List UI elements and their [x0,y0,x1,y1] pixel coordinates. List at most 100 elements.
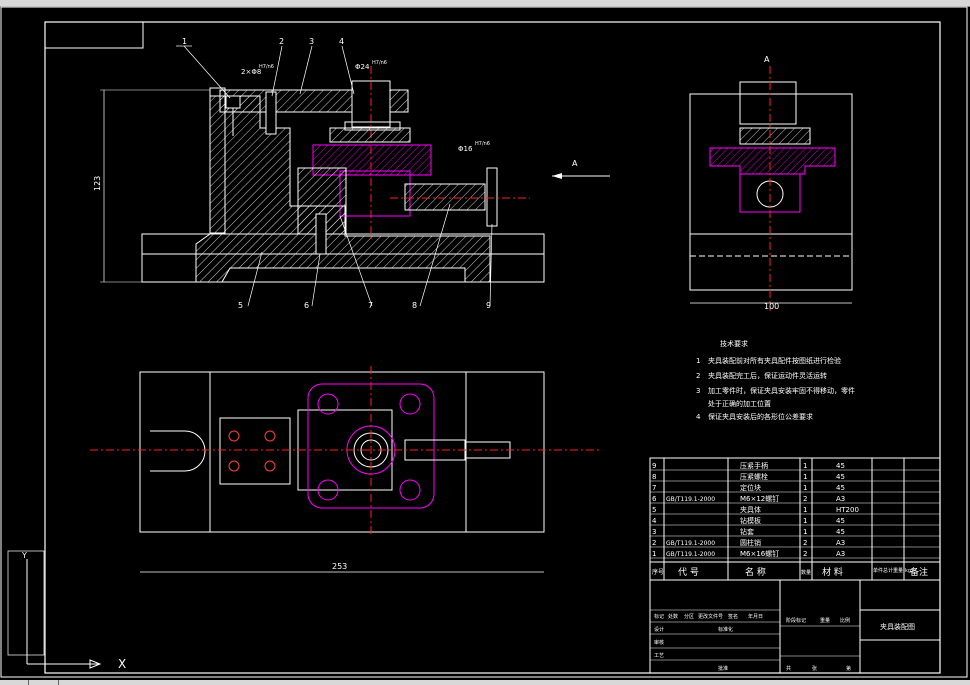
bom-cell-no: 2 [652,539,656,547]
bom-cell-no: 4 [652,517,657,525]
dim-plan-width: 253 [332,562,347,571]
bom-table: 9 压紧手柄 1 458 压紧螺栓 1 457 定位块 1 456 GB/T119.1-2000 M6… [649,457,941,581]
bom-header-code: 代 号 [678,567,699,578]
dim-bore-mid-tol: H7/n6 [372,60,387,66]
corner-box [44,21,144,49]
bom-cell-name: 圆柱销 [740,538,761,547]
bom-cell-qty: 2 [803,539,807,547]
tech-req-num-3: 3 [696,387,700,395]
balloon-2: 2 [279,37,284,46]
tb-label-zone: 分区 [684,613,694,620]
dim-side-width: 100 [764,302,779,311]
section-arrow-label: A [572,159,578,168]
title-block: 标记 处数 分区 更改文件号 签名 年月日 设计 标准化 审核 工艺 批准 阶段… [649,579,941,674]
bom-cell-mat: HT200 [836,506,859,514]
bom-cell-no: 7 [652,484,656,492]
tech-req-text-1: 夹具装配前对所有夹具配件按图纸进行检验 [708,356,841,365]
bom-cell-mat: 45 [836,484,845,492]
tb-label-count: 处数 [668,613,678,620]
balloon-3: 3 [309,37,314,46]
bom-cell-no: 6 [652,495,657,503]
tb-label-mark: 标记 [654,613,664,620]
bom-cell-no: 3 [652,528,656,536]
bom-cell-no: 8 [652,473,656,481]
tb-weight: 重量 [820,617,830,624]
tb-craft: 工艺 [654,653,664,659]
tb-sheet: 张 [812,665,817,672]
technical-requirements: 技术要求 1 夹具装配前对所有夹具配件按图纸进行检验 2 夹具装配完工后，保证运… [696,339,855,421]
tb-label-date: 年月日 [748,613,763,620]
model-tab[interactable] [0,680,29,685]
bom-cell-no: 5 [652,506,656,514]
tech-req-title: 技术要求 [720,339,748,348]
bom-cell-name: 钻套 [740,527,754,536]
bom-cell-mat: A3 [836,495,845,503]
ucs-y-label: Y [21,551,27,560]
ucs-icon: Y X [7,550,126,671]
balloon-9: 9 [486,301,491,310]
bom-header-no: 序号 [652,568,664,576]
tech-req-text-3: 加工零件时，保证夹具安装牢固不得移动，零件 [708,386,855,395]
tb-drawing-name: 夹具装配图 [880,622,915,631]
tb-sheet-total: 共 [786,665,791,672]
bom-header-qty: 数量 [801,569,811,576]
bom-rows: 9 压紧手柄 1 458 压紧螺栓 1 457 定位块 1 456 GB/T119.1-2000 M6… [652,461,859,558]
bom-cell-name: 压紧螺栓 [740,472,768,481]
bom-cell-name: 钻模板 [740,516,761,525]
cad-drawing-canvas[interactable]: 123 2×Φ8 H7/n6 Φ24 H7/n6 Φ16 H7/n6 A 1 2… [0,6,970,680]
balloon-5: 5 [238,301,243,310]
dim-bore-left-tol: H7/n6 [259,64,274,70]
bom-cell-mat: 45 [836,517,845,525]
layout-tab[interactable] [30,680,59,685]
tech-req-num-4: 4 [696,413,701,421]
bom-cell-qty: 1 [803,528,807,536]
bom-cell-no: 9 [652,462,656,470]
tb-stage: 阶段标记 [786,617,806,624]
bom-cell-mat: A3 [836,539,845,547]
tb-label-change: 更改文件号 [698,613,723,620]
bom-cell-qty: 1 [803,473,807,481]
bom-cell-mat: 45 [836,462,845,470]
tb-scale: 比例 [840,617,850,624]
bom-header-weight: 单件总计重量(kg) [873,567,913,574]
side-view-label: A [764,55,770,64]
tb-approve: 批准 [718,665,728,672]
dim-pin-tol: H7/n6 [475,141,490,147]
balloon-6: 6 [304,301,309,310]
bom-cell-mat: 45 [836,473,845,481]
bom-cell-qty: 2 [803,495,807,503]
balloon-8: 8 [412,301,417,310]
bom-cell-name: 夹具体 [740,505,761,514]
bom-cell-code: GB/T119.1-2000 [666,496,715,503]
bom-cell-qty: 1 [803,484,807,492]
bom-cell-qty: 2 [803,550,807,558]
tech-req-text-4: 保证夹具安装后的各形位公差要求 [708,412,813,421]
tb-label-sign: 签名 [728,613,738,620]
dim-bore-mid: Φ24 [355,63,370,71]
plan-view: 253 [90,366,600,573]
bom-cell-code: GB/T119.1-2000 [666,540,715,547]
balloon-1: 1 [182,37,187,46]
tech-req-num-2: 2 [696,372,700,380]
dim-height: 123 [93,176,102,191]
bom-cell-mat: 45 [836,528,845,536]
bom-cell-name: 压紧手柄 [740,461,768,470]
tech-req-text-3b: 处于正确的加工位置 [708,399,771,408]
bom-header-note: 备注 [910,566,928,578]
balloon-4: 4 [339,37,344,46]
side-view: A 100 [689,55,853,311]
bom-cell-no: 1 [652,550,656,558]
dim-pin: Φ16 [458,145,473,153]
bom-cell-mat: A3 [836,550,845,558]
bom-cell-name: M6×16螺钉 [740,549,779,558]
layout-tabs-bar [0,680,970,685]
tb-check: 审核 [654,639,664,646]
tb-design: 设计 [654,626,664,633]
bom-header-mat: 材 料 [822,566,843,578]
bom-cell-qty: 1 [803,517,807,525]
ucs-x-label: X [118,657,126,671]
bom-header-name: 名 称 [745,566,766,578]
bom-cell-code: GB/T119.1-2000 [666,551,715,558]
bom-cell-name: 定位块 [740,483,761,492]
tb-sheet-no: 第 [846,665,851,672]
